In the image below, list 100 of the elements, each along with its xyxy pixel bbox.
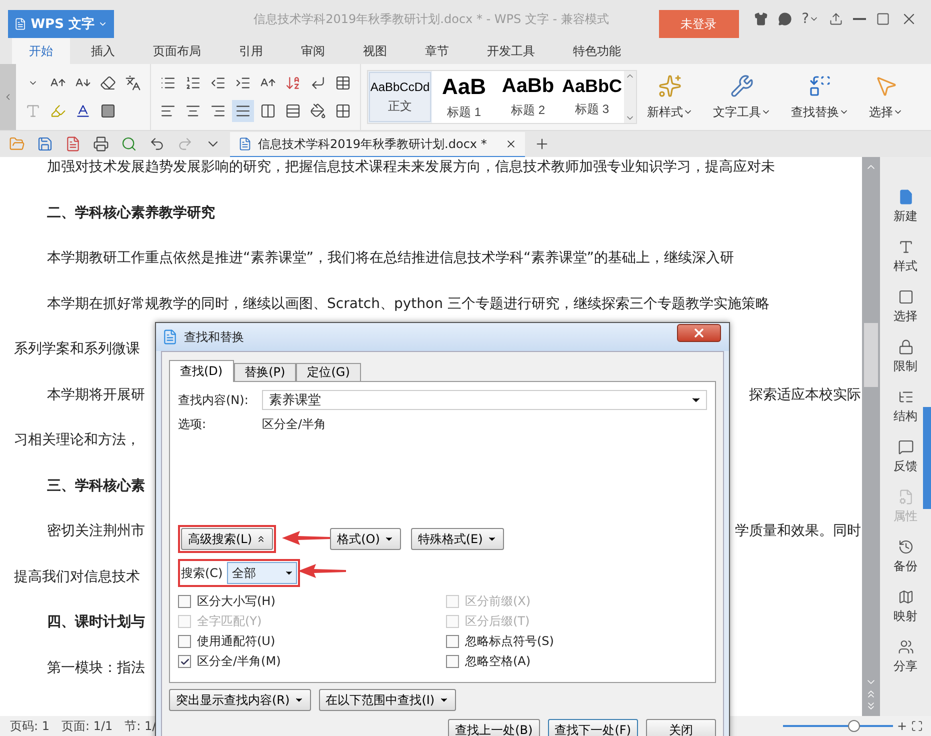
style-preset[interactable]: AaBbCcDd 正文: [368, 71, 432, 123]
paragraph-text: 提高我们对信息技术: [14, 568, 140, 586]
paragraph-text: 密切关注荆州市: [47, 522, 145, 541]
maximize-icon: [876, 12, 890, 26]
new-document-icon: [898, 189, 914, 205]
checkmark-icon: [180, 656, 190, 666]
distribute-icon: [260, 103, 276, 119]
status-text: 页码: 1: [10, 718, 50, 734]
feedback-icon: [898, 439, 914, 455]
sidebar-item[interactable]: 分享: [894, 639, 918, 689]
app-menu-button[interactable]: WPS 文字: [8, 10, 114, 38]
checkbox-option[interactable]: 区分全/半角(M): [178, 653, 446, 670]
menu-button[interactable]: 特殊格式(E): [410, 528, 504, 550]
sidebar-item[interactable]: 结构: [894, 389, 918, 439]
app-logo-icon: [14, 16, 27, 32]
ribbon-tab[interactable]: 开发工具: [470, 38, 552, 64]
save-icon: [37, 136, 53, 152]
ribbon-tab[interactable]: 引用: [222, 38, 280, 64]
ribbon-button[interactable]: 文字工具: [703, 64, 781, 130]
sidebar-item[interactable]: 映射: [894, 589, 918, 639]
table-icon: [335, 75, 351, 91]
ribbon-tab[interactable]: 开始: [12, 38, 70, 64]
menu-button[interactable]: 在以下范围中查找(I): [318, 689, 456, 711]
close-button[interactable]: [677, 324, 721, 342]
style-icon: [898, 239, 914, 255]
indent-icon: [235, 75, 251, 91]
ribbon-tab[interactable]: 插入: [74, 38, 132, 64]
document-icon: [238, 137, 252, 151]
sidebar-item[interactable]: 备份: [894, 539, 918, 589]
checkbox-option[interactable]: 忽略标点符号(S): [446, 633, 707, 650]
alignment-button[interactable]: [232, 100, 254, 122]
minimize-icon: [853, 18, 866, 20]
checkbox-option[interactable]: 使用通配符(U): [178, 633, 446, 650]
collapse-icon: [256, 534, 266, 544]
app-icon: [162, 329, 178, 345]
checkbox-option[interactable]: 忽略空格(A): [446, 653, 707, 670]
dialog-tab[interactable]: 定位(G): [296, 363, 361, 382]
options-text: 区分全/半角: [262, 416, 326, 433]
dialog-button[interactable]: 查找下一处(F): [548, 719, 638, 736]
ribbon-tab[interactable]: 页面布局: [136, 38, 218, 64]
print-icon: [93, 136, 109, 152]
paragraph-text: 探索适应本校实际: [749, 386, 861, 404]
document-tab[interactable]: 信息技术学科2019年秋季教研计划.docx *: [230, 132, 525, 158]
lock-icon: [898, 339, 914, 355]
window-title: 信息技术学科2019年秋季教研计划.docx * - WPS 文字 - 兼容模式: [252, 10, 610, 28]
section-heading: 四、课时计划与: [47, 613, 145, 632]
ribbon-tab[interactable]: 特色功能: [556, 38, 638, 64]
advanced-search-button[interactable]: 高级搜索(L): [181, 528, 274, 550]
paragraph-text: 加强对技术发展趋势发展影响的研究，把握信息技术课程未来发展方向，信息技术教师加强专业知识学习，提高应对未: [47, 158, 775, 177]
paragraph-text: 本学期教研工作重点依然是推进“素养课堂”，我们将在总结推进信息技术学科“素养课堂”的基础上，继续深入研: [47, 249, 734, 268]
shirt-icon: [754, 12, 768, 26]
dialog-button[interactable]: 查找上一处(B): [448, 719, 540, 736]
sidebar-item[interactable]: 新建: [894, 189, 918, 239]
checkbox-option[interactable]: 区分大小写(H): [178, 593, 446, 610]
ribbon-button[interactable]: 新样式: [637, 64, 703, 130]
export-icon: [65, 136, 81, 152]
numbered-list-icon: [185, 75, 201, 91]
section-heading: 二、学科核心素养教学研究: [47, 204, 215, 222]
field-label: 查找内容(N):: [178, 392, 250, 408]
menu-button[interactable]: 格式(O): [330, 528, 401, 550]
paragraph-text: 系列学案和系列微课: [14, 340, 140, 359]
paragraph-text: 本学期将开展研: [47, 386, 145, 404]
dialog-button[interactable]: 关闭: [646, 719, 716, 736]
sidebar-item[interactable]: 限制: [894, 339, 918, 389]
previous-page-icon: [865, 688, 877, 700]
field-label: 选项:: [178, 416, 208, 433]
text-tools-icon: [730, 74, 754, 98]
redo-icon: [177, 136, 193, 152]
new-style-icon: [658, 74, 682, 98]
ribbon-button[interactable]: 查找替换: [781, 64, 859, 130]
sidebar-item[interactable]: 样式: [894, 239, 918, 289]
zoom-in-button[interactable]: +: [896, 719, 907, 733]
dialog-tab[interactable]: 查找(D): [169, 360, 234, 382]
close-icon: [692, 326, 706, 340]
ribbon-tab[interactable]: 审阅: [284, 38, 342, 64]
collapse-handle[interactable]: [0, 64, 16, 130]
ribbon-tab[interactable]: 章节: [408, 38, 466, 64]
fullscreen-icon: [911, 720, 923, 732]
search-dropdown[interactable]: 全部: [226, 562, 297, 584]
menu-button[interactable]: 突出显示查找内容(R): [169, 689, 311, 711]
panel-handle[interactable]: [923, 407, 931, 509]
section-heading: 三、学科核心素: [47, 476, 145, 496]
scrollbar-thumb[interactable]: [864, 322, 878, 386]
text-effect-icon: [25, 103, 41, 119]
ribbon-tab[interactable]: 视图: [346, 38, 404, 64]
ribbon-button[interactable]: 选择: [859, 64, 913, 130]
find-field[interactable]: 素养课堂: [262, 390, 707, 410]
sidebar-item[interactable]: 选择: [894, 289, 918, 339]
share-icon: [898, 639, 914, 655]
field-label: 搜索(C): [181, 564, 223, 582]
annotation-arrow: [282, 530, 330, 546]
dialog-tab[interactable]: 替换(P): [234, 363, 296, 382]
structure-icon: [898, 389, 914, 405]
help-button[interactable]: ?: [796, 11, 824, 27]
align-right-icon: [210, 103, 226, 119]
scrollbar[interactable]: [862, 157, 880, 716]
eraser-icon: [100, 75, 116, 91]
chat-icon: [778, 12, 792, 26]
sidebar-item[interactable]: 反馈: [894, 439, 918, 489]
status-text: 页面: 1/1: [62, 718, 113, 734]
